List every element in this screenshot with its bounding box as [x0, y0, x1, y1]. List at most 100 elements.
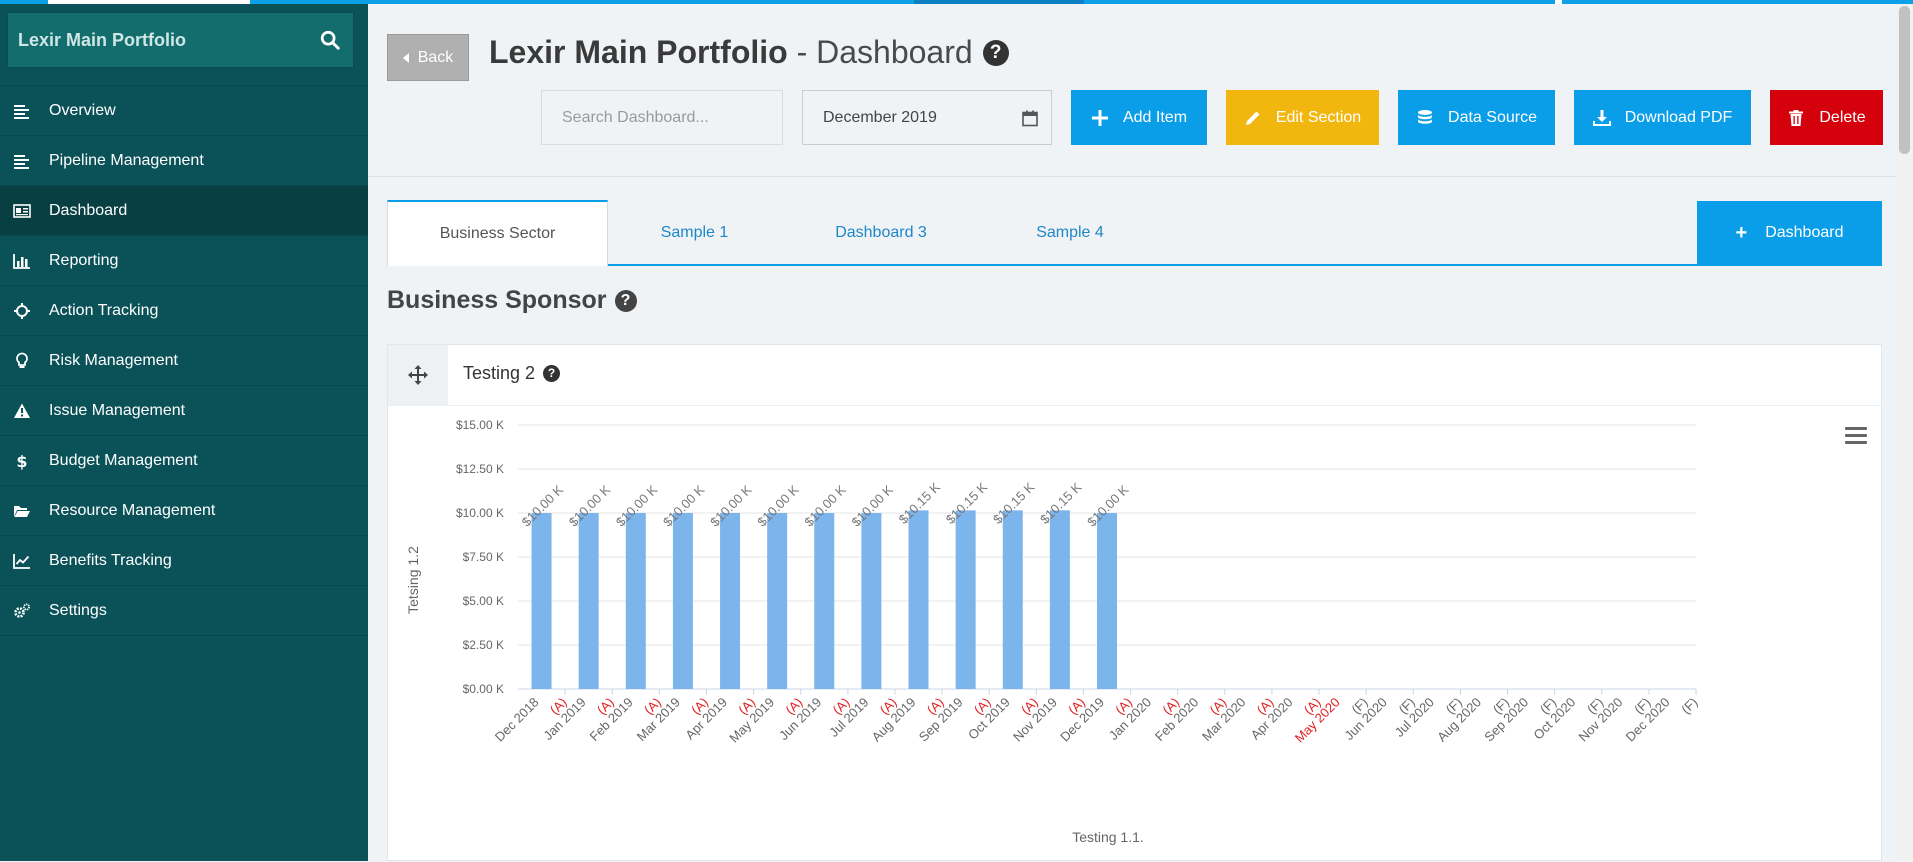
plus-icon: + — [1735, 221, 1748, 244]
bar — [1097, 513, 1117, 689]
dashboard-tabs: Business Sector Sample 1 Dashboard 3 Sam… — [387, 200, 1882, 266]
sidebar-item-settings[interactable]: Settings — [0, 585, 368, 636]
back-button[interactable]: Back — [387, 34, 469, 81]
top-progress-line — [0, 0, 1913, 4]
page-title: Lexir Main Portfolio - Dashboard ? — [489, 34, 1009, 71]
plus-icon — [1091, 109, 1108, 126]
download-pdf-label: Download PDF — [1624, 108, 1733, 126]
bar — [767, 513, 788, 689]
bar — [1002, 510, 1023, 689]
delete-button[interactable]: Delete — [1770, 90, 1883, 145]
cogs-icon — [12, 601, 32, 621]
x-tick-label: Dec 2018 — [492, 695, 542, 745]
y-axis-title: Tetsing 1.2 — [405, 546, 421, 614]
newspaper-icon — [12, 201, 32, 221]
warning-icon — [12, 401, 32, 421]
bar — [578, 513, 599, 689]
scrollbar-thumb[interactable] — [1899, 6, 1910, 154]
bar — [861, 513, 882, 689]
edit-section-button[interactable]: Edit Section — [1226, 90, 1379, 145]
x-tick-label: Jul 2019 — [826, 695, 871, 740]
search-dashboard-input[interactable] — [541, 90, 783, 145]
bar — [531, 513, 552, 689]
x-tick-label: Jul 2020 — [1392, 695, 1437, 740]
page-scrollbar[interactable] — [1896, 0, 1913, 861]
data-source-button[interactable]: Data Source — [1398, 90, 1555, 145]
portfolio-name: Lexir Main Portfolio — [18, 30, 187, 50]
month-value: December 2019 — [823, 108, 937, 126]
y-tick-label: $5.00 K — [463, 594, 504, 608]
crosshair-icon — [12, 301, 32, 321]
tab-label: Business Sector — [439, 225, 556, 242]
tab-sample-4[interactable]: Sample 4 — [981, 200, 1159, 266]
help-icon[interactable]: ? — [543, 365, 561, 382]
download-icon — [1592, 109, 1611, 126]
header-divider — [368, 176, 1896, 177]
sidebar-item-label: Issue Management — [49, 401, 186, 419]
list-icon — [12, 151, 32, 171]
sidebar-item-pipeline-management[interactable]: Pipeline Management — [0, 135, 368, 185]
y-tick-label: $12.50 K — [456, 462, 504, 476]
page-title-portfolio: Lexir Main Portfolio — [489, 34, 788, 70]
sidebar-item-overview[interactable]: Overview — [0, 85, 368, 135]
section-title-text: Business Sponsor — [387, 286, 607, 314]
caret-left-icon — [402, 52, 409, 63]
bar — [625, 513, 646, 689]
line-chart-icon — [12, 551, 32, 571]
sidebar-item-reporting[interactable]: Reporting — [0, 235, 368, 285]
sidebar-item-benefits-tracking[interactable]: Benefits Tracking — [0, 535, 368, 585]
search-icon[interactable] — [319, 29, 341, 51]
sidebar-item-budget-management[interactable]: $ Budget Management — [0, 435, 368, 485]
data-source-label: Data Source — [1448, 108, 1537, 126]
tab-dashboard-3[interactable]: Dashboard 3 — [781, 200, 981, 266]
sidebar-item-label: Risk Management — [49, 351, 178, 369]
svg-text:$: $ — [16, 452, 27, 470]
help-icon[interactable]: ? — [614, 289, 637, 312]
database-icon — [1418, 109, 1433, 124]
section-title: Business Sponsor ? — [387, 286, 637, 315]
add-dashboard-button[interactable]: + Dashboard — [1697, 201, 1882, 265]
sidebar-search-box[interactable]: Lexir Main Portfolio — [7, 12, 354, 68]
sidebar-item-label: Action Tracking — [49, 301, 159, 319]
drag-handle[interactable] — [388, 345, 448, 405]
sidebar-item-risk-management[interactable]: Risk Management — [0, 335, 368, 385]
add-dashboard-label: Dashboard — [1765, 224, 1844, 241]
y-tick-label: $15.00 K — [456, 418, 504, 432]
add-item-label: Add Item — [1122, 108, 1188, 126]
tab-business-sector[interactable]: Business Sector — [387, 200, 608, 266]
tab-label: Dashboard 3 — [835, 224, 927, 241]
tab-label: Sample 1 — [660, 224, 729, 241]
sidebar-item-label: Overview — [49, 101, 116, 119]
trash-icon — [1789, 109, 1804, 126]
bar — [720, 513, 741, 689]
y-tick-label: $2.50 K — [463, 638, 504, 652]
y-tick-label: $7.50 K — [463, 550, 504, 564]
edit-section-label: Edit Section — [1275, 108, 1362, 126]
calendar-icon[interactable] — [1021, 109, 1039, 127]
lightbulb-icon — [12, 351, 32, 371]
widget-title: Testing 2 ? — [463, 363, 561, 384]
month-picker[interactable]: December 2019 — [802, 90, 1052, 145]
widget-header: Testing 2 ? — [388, 345, 1881, 406]
sidebar-item-resource-management[interactable]: Resource Management — [0, 485, 368, 535]
move-arrows-icon — [408, 365, 428, 385]
sidebar-item-label: Benefits Tracking — [49, 551, 172, 569]
sidebar-item-issue-management[interactable]: Issue Management — [0, 385, 368, 435]
pencil-icon — [1245, 111, 1260, 125]
bar — [814, 513, 835, 689]
dollar-icon: $ — [12, 451, 32, 471]
help-icon[interactable]: ? — [982, 39, 1009, 66]
add-item-button[interactable]: Add Item — [1071, 90, 1207, 145]
sidebar-item-dashboard[interactable]: Dashboard — [0, 185, 368, 235]
back-label: Back — [417, 48, 454, 66]
sidebar-item-label: Resource Management — [49, 501, 216, 519]
sidebar-item-label: Budget Management — [49, 451, 198, 469]
bar-chart: $0.00 K $2.50 K $5.00 K $7.50 K $10.00 K $12.… — [405, 418, 1701, 845]
bar — [908, 510, 929, 689]
folder-open-icon — [12, 501, 32, 521]
download-pdf-button[interactable]: Download PDF — [1574, 90, 1751, 145]
sidebar-item-action-tracking[interactable]: Action Tracking — [0, 285, 368, 335]
tab-sample-1[interactable]: Sample 1 — [608, 200, 781, 266]
sidebar-nav: Overview Pipeline Management Dashboard R… — [0, 85, 368, 636]
bar — [672, 513, 693, 689]
